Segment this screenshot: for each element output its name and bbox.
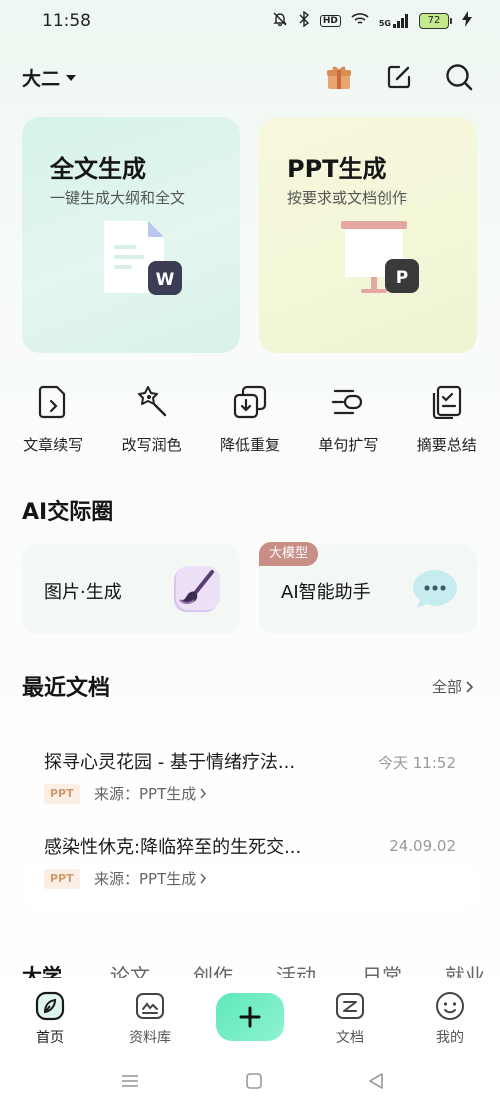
plus-icon — [239, 1006, 261, 1028]
doc-continue-icon — [39, 385, 66, 419]
presentation-board-icon: P — [341, 221, 419, 293]
nav-documents[interactable]: 文档 — [310, 990, 390, 1047]
reduce-duplicate-icon — [233, 385, 267, 419]
tool-label: 降低重复 — [219, 436, 280, 454]
recents-button[interactable] — [120, 1072, 140, 1090]
back-triangle-icon — [369, 1073, 383, 1089]
tool-sentence-expand[interactable]: 单句扩写 — [303, 384, 393, 464]
tool-label: 单句扩写 — [318, 436, 379, 454]
doc-type-tag: PPT — [44, 869, 80, 889]
home-button[interactable] — [244, 1072, 264, 1090]
summary-icon — [432, 385, 461, 419]
doc-source-label: 来源：PPT生成 — [94, 870, 197, 888]
ai-card-label: AI智能助手 — [281, 582, 371, 603]
card-subtitle: 按要求或文档创作 — [287, 189, 408, 207]
status-bar: 11:58 HD 5G 72 — [0, 0, 500, 44]
wifi-icon — [351, 12, 369, 30]
square-icon — [246, 1073, 262, 1089]
gift-icon — [327, 66, 351, 89]
image-generate-card[interactable]: 图片·生成 — [22, 544, 240, 634]
battery-icon: 72 — [419, 13, 452, 29]
nav-home[interactable]: 首页 — [10, 990, 90, 1047]
signal-icon: 5G — [379, 14, 409, 28]
chevron-right-icon — [200, 873, 207, 884]
doc-title: 探寻心灵花园 - 基于情绪疗法... — [44, 752, 296, 773]
tools-row: 文章续写 改写润色 降低重复 单句扩写 摘要总结 — [0, 384, 500, 464]
ai-circle-title: AI交际圈 — [22, 500, 114, 525]
ppt-badge: P — [396, 268, 408, 288]
grade-selector[interactable]: 大二 — [22, 64, 77, 91]
fulltext-generate-card[interactable]: 全文生成 一键生成大纲和全文 W — [22, 117, 240, 353]
battery-level: 72 — [419, 13, 449, 29]
chevron-right-icon — [200, 788, 207, 799]
network-type: 5G — [378, 19, 391, 28]
nav-label: 资料库 — [129, 1030, 171, 1046]
create-button[interactable] — [216, 993, 284, 1041]
search-button[interactable] — [442, 60, 476, 94]
profile-face-icon — [436, 992, 464, 1020]
tool-label: 摘要总结 — [416, 436, 477, 454]
mute-icon — [272, 11, 288, 31]
back-button[interactable] — [366, 1072, 386, 1090]
system-nav-bar — [0, 1060, 500, 1100]
tool-continue-writing[interactable]: 文章续写 — [8, 384, 98, 464]
doc-title: 感染性休克:降临猝至的生死交... — [44, 837, 302, 858]
menu-lines-icon — [122, 1075, 138, 1087]
recent-docs-title: 最近文档 — [22, 676, 111, 701]
recent-docs-header: 最近文档 全部 — [0, 668, 500, 704]
gift-button[interactable] — [322, 60, 356, 94]
tool-label: 改写润色 — [121, 436, 182, 454]
search-icon — [446, 64, 473, 91]
ppt-generate-card[interactable]: PPT生成 按要求或文档创作 P — [259, 117, 477, 353]
chat-bubble-icon — [413, 570, 457, 608]
large-model-badge: 大模型 — [259, 542, 319, 566]
bluetooth-icon — [298, 10, 310, 31]
word-document-icon: W — [104, 221, 182, 295]
grade-label: 大二 — [22, 68, 61, 90]
hd-icon: HD — [319, 15, 341, 27]
see-all-link[interactable]: 全部 — [432, 676, 474, 697]
tool-reduce-duplication[interactable]: 降低重复 — [205, 384, 295, 464]
doc-time: 24.09.02 — [389, 837, 456, 855]
tool-label: 文章续写 — [23, 436, 84, 454]
sentence-expand-icon — [332, 389, 363, 415]
chevron-right-icon — [466, 680, 474, 693]
nav-library[interactable]: 资料库 — [110, 990, 190, 1047]
card-title: PPT生成 — [287, 155, 387, 183]
doc-source: 来源：PPT生成 — [94, 868, 207, 889]
home-leaf-icon — [35, 991, 65, 1021]
charging-icon — [462, 11, 472, 31]
doc-source-label: 来源：PPT生成 — [94, 785, 197, 803]
card-subtitle: 一键生成大纲和全文 — [50, 189, 186, 207]
docs-icon — [336, 993, 364, 1019]
doc-time: 今天 11:52 — [378, 754, 456, 772]
status-icons: HD 5G 72 — [272, 10, 472, 31]
recent-docs-list: 探寻心灵花园 - 基于情绪疗法... 今天 11:52 PPT 来源：PPT生成… — [22, 720, 478, 908]
ai-assistant-card[interactable]: 大模型 AI智能助手 — [259, 542, 477, 634]
card-title: 全文生成 — [50, 155, 146, 183]
status-time: 11:58 — [42, 11, 91, 31]
header-actions — [322, 60, 476, 94]
edit-icon — [387, 65, 411, 89]
new-note-button[interactable] — [382, 60, 416, 94]
see-all-label: 全部 — [431, 678, 462, 696]
recent-doc-item[interactable]: 感染性休克:降临猝至的生死交... 24.09.02 PPT 来源：PPT生成 — [22, 805, 478, 889]
nav-label: 首页 — [36, 1030, 64, 1046]
bottom-nav: 首页 资料库 文档 我的 — [0, 978, 500, 1060]
doc-type-tag: PPT — [44, 784, 80, 804]
recent-doc-item[interactable]: 探寻心灵花园 - 基于情绪疗法... 今天 11:52 PPT 来源：PPT生成 — [22, 720, 478, 804]
app-header: 大二 — [0, 56, 500, 100]
word-badge: W — [156, 270, 175, 290]
nav-profile[interactable]: 我的 — [410, 990, 490, 1047]
paintbrush-icon — [174, 566, 220, 612]
nav-label: 文档 — [336, 1030, 364, 1046]
caret-down-icon — [66, 74, 77, 81]
tool-summary[interactable]: 摘要总结 — [402, 384, 492, 464]
tool-rewrite-polish[interactable]: 改写润色 — [107, 384, 197, 464]
library-icon — [136, 993, 164, 1019]
polish-wand-icon — [137, 386, 166, 417]
doc-source: 来源：PPT生成 — [94, 783, 207, 804]
ai-card-label: 图片·生成 — [44, 582, 122, 603]
nav-label: 我的 — [436, 1030, 464, 1046]
